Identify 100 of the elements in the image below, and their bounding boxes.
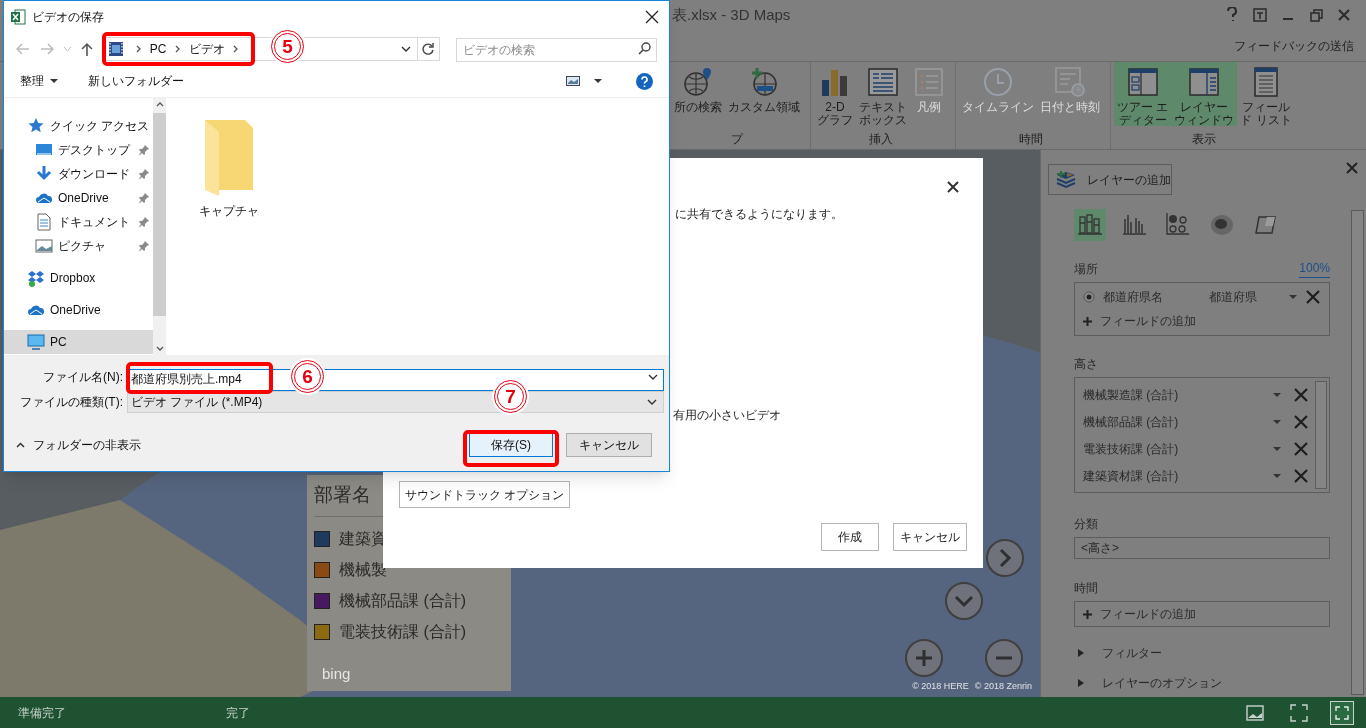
scrollbar[interactable]: [1351, 210, 1364, 695]
nav-item[interactable]: ダウンロード: [4, 162, 154, 186]
remove-icon[interactable]: [1293, 413, 1309, 430]
group-label: プ: [731, 131, 743, 148]
scrollbar[interactable]: [153, 98, 167, 355]
caret-icon[interactable]: [594, 79, 602, 83]
section-toggle[interactable]: レイヤーのオプション: [1074, 673, 1330, 693]
pane-icon: [1126, 66, 1159, 98]
dropdown-icon[interactable]: [400, 46, 411, 52]
step-number: 5: [271, 30, 304, 63]
section-toggle[interactable]: フィルター: [1074, 643, 1330, 663]
dropdown-icon[interactable]: [648, 374, 658, 380]
help-icon[interactable]: [636, 72, 653, 90]
plus-icon: [1083, 316, 1092, 326]
remove-icon[interactable]: [1305, 289, 1321, 305]
nav-item[interactable]: OneDrive: [4, 186, 154, 210]
expand-icon[interactable]: [1330, 700, 1354, 725]
view-icon[interactable]: [566, 76, 580, 86]
nav-item[interactable]: クイック アクセス: [4, 114, 154, 138]
organize-menu[interactable]: 整理: [20, 72, 58, 90]
step-number: 7: [494, 380, 527, 413]
document-icon: [35, 213, 53, 231]
chevron-down-icon[interactable]: [944, 581, 984, 621]
close-icon[interactable]: [645, 10, 659, 24]
remove-icon[interactable]: [1293, 386, 1309, 403]
chevron-icon: [232, 45, 239, 53]
nav-item[interactable]: ピクチャ: [4, 234, 154, 258]
layers-icon: [1055, 169, 1077, 190]
scrollbar[interactable]: [1315, 381, 1327, 489]
ribbon-button[interactable]: テキスト ボックス: [856, 62, 910, 126]
computer-icon: [27, 333, 45, 351]
new-folder-button[interactable]: 新しいフォルダー: [88, 72, 184, 90]
picture-icon[interactable]: [1246, 704, 1264, 721]
feedback-link[interactable]: フィードバックの送信: [1234, 36, 1354, 55]
fit-screen-icon[interactable]: [1290, 703, 1308, 722]
chevron-icon: [174, 45, 181, 53]
field-name: 都道府県名: [1103, 289, 1164, 306]
search-field[interactable]: ビデオの検索: [455, 38, 657, 62]
zoom-out-icon[interactable]: [984, 638, 1024, 678]
chevron-up-icon: [16, 442, 25, 448]
spreadsheet-icon: [10, 9, 26, 25]
create-button[interactable]: 作成: [821, 523, 879, 551]
add-field-button[interactable]: フィールドの追加: [1083, 605, 1196, 623]
nav-item[interactable]: PC: [4, 330, 154, 354]
nav-item[interactable]: ドキュメント: [4, 210, 154, 234]
ribbon-display-icon[interactable]: [1252, 7, 1268, 23]
search-icon: [638, 42, 651, 55]
picture-icon: [35, 237, 53, 255]
folder-name[interactable]: キャプチャ: [199, 202, 259, 220]
field-name: 建築資材課 (合計): [1083, 467, 1180, 485]
star-icon: [27, 117, 45, 135]
soundtrack-options-button[interactable]: サウンドトラック オプション: [399, 481, 571, 508]
section-label: 場所: [1074, 261, 1098, 278]
zoom-in-icon[interactable]: [904, 638, 944, 678]
up-arrow-icon[interactable]: [80, 42, 93, 56]
legend-icon: [913, 66, 945, 98]
dropdown-icon: [647, 399, 657, 405]
hide-folders-toggle[interactable]: フォルダーの非表示: [16, 436, 141, 454]
help-icon[interactable]: [1224, 7, 1240, 23]
text-box-icon: [867, 66, 899, 98]
globe-pin-icon: [682, 66, 714, 98]
save-button[interactable]: 保存(S): [469, 433, 553, 457]
ribbon-button[interactable]: 2-D グラフ: [814, 62, 856, 126]
add-field-button[interactable]: フィールドの追加: [1083, 311, 1321, 331]
chevron-icon: [135, 45, 142, 53]
ribbon-button[interactable]: ツアー エ ディター: [1114, 62, 1172, 126]
category-field[interactable]: <高さ>: [1074, 537, 1330, 559]
field-label: ファイルの種類(T):: [19, 394, 124, 411]
remove-icon[interactable]: [1293, 440, 1309, 457]
pin-icon: [139, 145, 150, 155]
pin-icon: [139, 241, 150, 251]
clock-icon: [982, 66, 1014, 98]
pin-icon: [139, 193, 150, 203]
cancel-button[interactable]: キャンセル: [566, 433, 652, 457]
ribbon-button[interactable]: フィール ド リスト: [1237, 62, 1295, 126]
breadcrumb[interactable]: PC: [149, 40, 167, 58]
description-text: 有用の小さいビデオ: [673, 407, 782, 424]
nav-item[interactable]: Dropbox: [4, 266, 154, 290]
close-icon[interactable]: [947, 181, 959, 193]
breadcrumb[interactable]: ビデオ: [188, 40, 225, 58]
cancel-button[interactable]: キャンセル: [893, 523, 967, 551]
copyright-text: © 2018 HERE: [912, 679, 969, 693]
calendar-clock-icon: [1054, 66, 1086, 98]
ribbon-button[interactable]: 所の検索: [671, 62, 725, 126]
radio-button[interactable]: [1083, 291, 1095, 303]
ribbon-button[interactable]: レイヤー ウィンドウ: [1171, 62, 1238, 126]
visualization-tab[interactable]: [1074, 209, 1106, 241]
section-label: 分類: [1074, 516, 1099, 533]
nav-item[interactable]: デスクトップ: [4, 138, 154, 162]
ribbon-button[interactable]: カスタム領域: [725, 62, 803, 126]
copyright-text: © 2018 Zenrin: [974, 679, 1032, 693]
remove-icon[interactable]: [1293, 467, 1309, 484]
nav-item[interactable]: OneDrive: [4, 298, 154, 322]
restore-icon[interactable]: [1308, 7, 1324, 23]
group-label: 時間: [1019, 131, 1043, 148]
legend-label: 電装技術課 (合計): [339, 621, 467, 642]
field-label: ファイル名(N):: [42, 369, 124, 386]
chevron-right-icon[interactable]: [985, 538, 1025, 578]
scroll-up-icon: [155, 102, 164, 107]
add-layer-button[interactable]: レイヤーの追加: [1048, 164, 1172, 195]
